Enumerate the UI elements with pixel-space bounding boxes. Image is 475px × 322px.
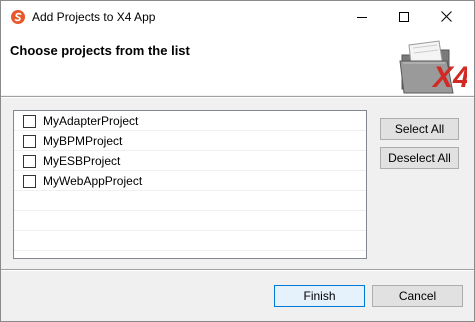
minimize-button[interactable]	[344, 1, 380, 32]
deselect-all-button[interactable]: Deselect All	[380, 147, 459, 169]
list-item[interactable]: MyESBProject	[14, 151, 366, 171]
project-checkbox[interactable]	[23, 115, 36, 128]
x4-folder-logo: X4	[399, 39, 470, 97]
close-button[interactable]	[428, 1, 464, 32]
list-item[interactable]: MyWebAppProject	[14, 171, 366, 191]
project-label: MyESBProject	[43, 154, 121, 168]
x4-app-icon	[11, 10, 25, 24]
header-divider-highlight	[1, 97, 474, 98]
maximize-button[interactable]	[386, 1, 422, 32]
page-heading: Choose projects from the list	[10, 43, 190, 58]
logo-text: X4	[431, 61, 467, 94]
maximize-icon	[399, 11, 409, 22]
empty-list-row	[14, 231, 366, 251]
project-list[interactable]: MyAdapterProject MyBPMProject MyESBProje…	[13, 110, 367, 259]
footer-divider-highlight	[1, 270, 474, 271]
close-icon	[440, 11, 452, 22]
cancel-button[interactable]: Cancel	[372, 285, 463, 307]
project-label: MyWebAppProject	[43, 174, 143, 188]
dialog-window: Add Projects to X4 App Choose projects f…	[0, 0, 475, 322]
minimize-icon	[357, 16, 367, 18]
list-item[interactable]: MyBPMProject	[14, 131, 366, 151]
finish-button[interactable]: Finish	[274, 285, 365, 307]
empty-list-row	[14, 191, 366, 211]
title-bar: Add Projects to X4 App	[1, 1, 474, 32]
project-checkbox[interactable]	[23, 135, 36, 148]
project-checkbox[interactable]	[23, 155, 36, 168]
header-banner: Choose projects from the list X4	[1, 32, 474, 95]
empty-list-row	[14, 211, 366, 231]
project-label: MyBPMProject	[43, 134, 123, 148]
project-label: MyAdapterProject	[43, 114, 139, 128]
select-all-button[interactable]: Select All	[380, 118, 459, 140]
project-checkbox[interactable]	[23, 175, 36, 188]
list-item[interactable]: MyAdapterProject	[14, 111, 366, 131]
window-title: Add Projects to X4 App	[32, 10, 156, 24]
